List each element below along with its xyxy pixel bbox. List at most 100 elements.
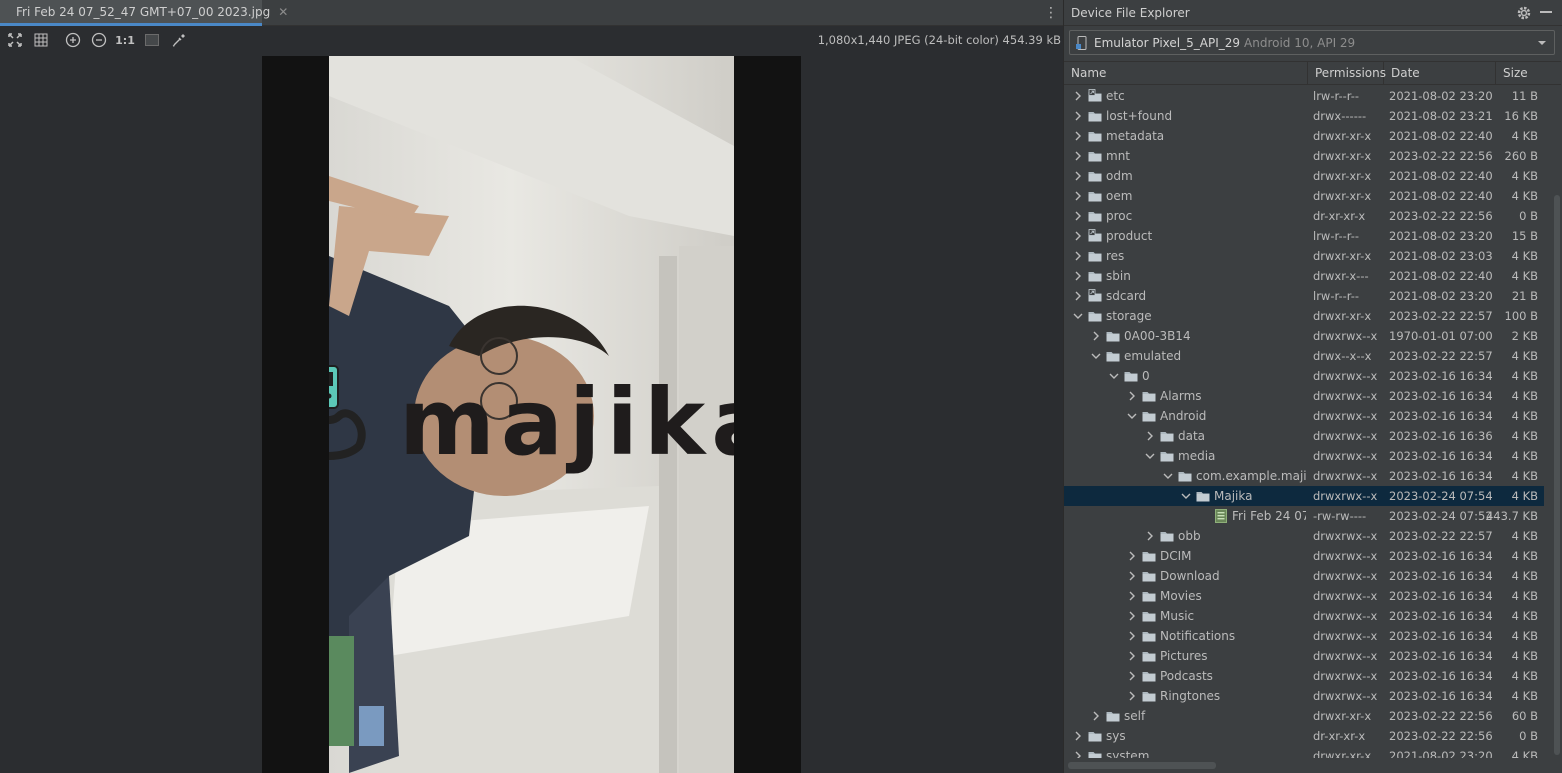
tree-row[interactable]: com.example.majika drwxrwx--x 2023-02-16 1… xyxy=(1064,466,1544,486)
chevron-right-icon[interactable] xyxy=(1072,286,1084,306)
chevron-right-icon[interactable] xyxy=(1126,666,1138,686)
background-icon[interactable] xyxy=(143,31,161,49)
tree-row[interactable]: sdcard lrw-r--r-- 2021-08-02 23:20 21 B xyxy=(1064,286,1544,306)
file-permissions: drwxr-xr-x xyxy=(1313,129,1372,143)
chevron-right-icon[interactable] xyxy=(1126,626,1138,646)
file-name: etc xyxy=(1106,89,1125,103)
chevron-down-icon[interactable] xyxy=(1144,446,1156,466)
chevron-right-icon[interactable] xyxy=(1072,86,1084,106)
tree-row[interactable]: obb drwxrwx--x 2023-02-22 22:57 4 KB xyxy=(1064,526,1544,546)
tree-row[interactable]: Android drwxrwx--x 2023-02-16 16:34 4 KB xyxy=(1064,406,1544,426)
column-permissions[interactable]: Permissions xyxy=(1308,62,1386,85)
tree-row[interactable]: lost+found drwx------ 2021-08-02 23:21 16 K… xyxy=(1064,106,1544,126)
tree-row[interactable]: Fri Feb 24 07:5 -rw-rw---- 2023-02-24 07:5… xyxy=(1064,506,1544,526)
tree-row[interactable]: metadata drwxr-xr-x 2021-08-02 22:40 4 KB xyxy=(1064,126,1544,146)
column-size[interactable]: Size xyxy=(1496,62,1561,85)
chevron-right-icon[interactable] xyxy=(1072,746,1084,758)
tree-row[interactable]: system drwxr-xr-x 2021-08-02 23:20 4 KB xyxy=(1064,746,1544,758)
chevron-right-icon[interactable] xyxy=(1126,566,1138,586)
tree-row[interactable]: Music drwxrwx--x 2023-02-16 16:34 4 KB xyxy=(1064,606,1544,626)
tree-row[interactable]: Download drwxrwx--x 2023-02-16 16:34 4 KB xyxy=(1064,566,1544,586)
fit-zoom-icon[interactable] xyxy=(6,31,24,49)
file-size: 21 B xyxy=(1511,289,1538,303)
device-selector[interactable]: Emulator Pixel_5_API_29 Android 10, API … xyxy=(1069,30,1555,55)
chevron-right-icon[interactable] xyxy=(1126,546,1138,566)
close-tab-icon[interactable]: ✕ xyxy=(278,5,288,19)
tree-row[interactable]: sbin drwxr-x--- 2021-08-02 22:40 4 KB xyxy=(1064,266,1544,286)
chevron-right-icon[interactable] xyxy=(1072,246,1084,266)
column-date[interactable]: Date xyxy=(1384,62,1496,85)
file-size: 4 KB xyxy=(1511,169,1538,183)
tree-row[interactable]: oem drwxr-xr-x 2021-08-02 22:40 4 KB xyxy=(1064,186,1544,206)
tree-row[interactable]: media drwxrwx--x 2023-02-16 16:34 4 KB xyxy=(1064,446,1544,466)
tree-row[interactable]: Notifications drwxrwx--x 2023-02-16 16:34 4… xyxy=(1064,626,1544,646)
chevron-right-icon[interactable] xyxy=(1126,606,1138,626)
tree-row[interactable]: Alarms drwxrwx--x 2023-02-16 16:34 4 KB xyxy=(1064,386,1544,406)
tree-row[interactable]: Movies drwxrwx--x 2023-02-16 16:34 4 KB xyxy=(1064,586,1544,606)
tree-row[interactable]: proc dr-xr-xr-x 2023-02-22 22:56 0 B xyxy=(1064,206,1544,226)
minimize-icon[interactable] xyxy=(1540,11,1552,13)
chevron-right-icon[interactable] xyxy=(1126,386,1138,406)
tree-row[interactable]: self drwxr-xr-x 2023-02-22 22:56 60 B xyxy=(1064,706,1544,726)
chevron-right-icon[interactable] xyxy=(1126,586,1138,606)
file-size: 4 KB xyxy=(1511,649,1538,663)
file-name: mnt xyxy=(1106,149,1130,163)
tree-row[interactable]: etc lrw-r--r-- 2021-08-02 23:20 11 B xyxy=(1064,86,1544,106)
folder-icon xyxy=(1088,312,1102,322)
chevron-down-icon[interactable] xyxy=(1162,466,1174,486)
chevron-right-icon[interactable] xyxy=(1072,726,1084,746)
chevron-right-icon[interactable] xyxy=(1072,126,1084,146)
chevron-right-icon[interactable] xyxy=(1090,326,1102,346)
chevron-down-icon[interactable] xyxy=(1180,486,1192,506)
chevron-down-icon[interactable] xyxy=(1090,346,1102,366)
chevron-right-icon[interactable] xyxy=(1144,526,1156,546)
more-actions-icon[interactable]: ⋮ xyxy=(1044,4,1058,22)
tree-row[interactable]: 0A00-3B14 drwxrwx--x 1970-01-01 07:00 2 KB xyxy=(1064,326,1544,346)
column-name[interactable]: Name xyxy=(1064,62,1308,85)
actual-size-button[interactable]: 1:1 xyxy=(115,31,135,49)
tree-row[interactable]: Pictures drwxrwx--x 2023-02-16 16:34 4 KB xyxy=(1064,646,1544,666)
image-canvas[interactable]: majika xyxy=(262,56,801,773)
chevron-right-icon[interactable] xyxy=(1126,686,1138,706)
chevron-right-icon[interactable] xyxy=(1072,186,1084,206)
zoom-in-icon[interactable] xyxy=(64,31,82,49)
file-permissions: drwxrwx--x xyxy=(1313,549,1378,563)
tree-row[interactable]: odm drwxr-xr-x 2021-08-02 22:40 4 KB xyxy=(1064,166,1544,186)
tree-row[interactable]: mnt drwxr-xr-x 2023-02-22 22:56 260 B xyxy=(1064,146,1544,166)
tree-row[interactable]: Podcasts drwxrwx--x 2023-02-16 16:34 4 KB xyxy=(1064,666,1544,686)
vertical-scrollbar[interactable] xyxy=(1554,195,1560,755)
tree-row[interactable]: Ringtones drwxrwx--x 2023-02-16 16:34 4 KB xyxy=(1064,686,1544,706)
tree-row[interactable]: data drwxrwx--x 2023-02-16 16:36 4 KB xyxy=(1064,426,1544,446)
file-name: Pictures xyxy=(1160,649,1208,663)
chevron-down-icon[interactable] xyxy=(1108,366,1120,386)
zoom-out-icon[interactable] xyxy=(90,31,108,49)
tree-row[interactable]: Majika drwxrwx--x 2023-02-24 07:54 4 KB xyxy=(1064,486,1544,506)
chevron-down-icon[interactable] xyxy=(1126,406,1138,426)
chevron-right-icon[interactable] xyxy=(1072,106,1084,126)
tree-row[interactable]: product lrw-r--r-- 2021-08-02 23:20 15 B xyxy=(1064,226,1544,246)
chevron-right-icon[interactable] xyxy=(1072,226,1084,246)
file-size: 4 KB xyxy=(1511,549,1538,563)
tree-row[interactable]: storage drwxr-xr-x 2023-02-22 22:57 100 B xyxy=(1064,306,1544,326)
chevron-right-icon[interactable] xyxy=(1072,146,1084,166)
color-picker-icon[interactable] xyxy=(170,31,188,49)
tab-image-file[interactable]: Fri Feb 24 07_52_47 GMT+07_00 2023.jpg ✕ xyxy=(0,0,288,26)
chevron-right-icon[interactable] xyxy=(1072,206,1084,226)
tree-row[interactable]: sys dr-xr-xr-x 2023-02-22 22:56 0 B xyxy=(1064,726,1544,746)
chevron-right-icon[interactable] xyxy=(1072,166,1084,186)
file-name: odm xyxy=(1106,169,1133,183)
tree-row[interactable]: 0 drwxrwx--x 2023-02-16 16:34 4 KB xyxy=(1064,366,1544,386)
chevron-right-icon[interactable] xyxy=(1090,706,1102,726)
chevron-right-icon[interactable] xyxy=(1144,426,1156,446)
horizontal-scrollbar[interactable] xyxy=(1068,762,1216,769)
chevron-right-icon[interactable] xyxy=(1126,646,1138,666)
file-name: Podcasts xyxy=(1160,669,1213,683)
tree-row[interactable]: emulated drwx--x--x 2023-02-22 22:57 4 KB xyxy=(1064,346,1544,366)
tree-row[interactable]: DCIM drwxrwx--x 2023-02-16 16:34 4 KB xyxy=(1064,546,1544,566)
gear-icon[interactable] xyxy=(1516,5,1532,21)
chevron-down-icon[interactable] xyxy=(1072,306,1084,326)
chevron-right-icon[interactable] xyxy=(1072,266,1084,286)
file-size: 4 KB xyxy=(1511,629,1538,643)
tree-row[interactable]: res drwxr-xr-x 2021-08-02 23:03 4 KB xyxy=(1064,246,1544,266)
grid-icon[interactable] xyxy=(32,31,50,49)
